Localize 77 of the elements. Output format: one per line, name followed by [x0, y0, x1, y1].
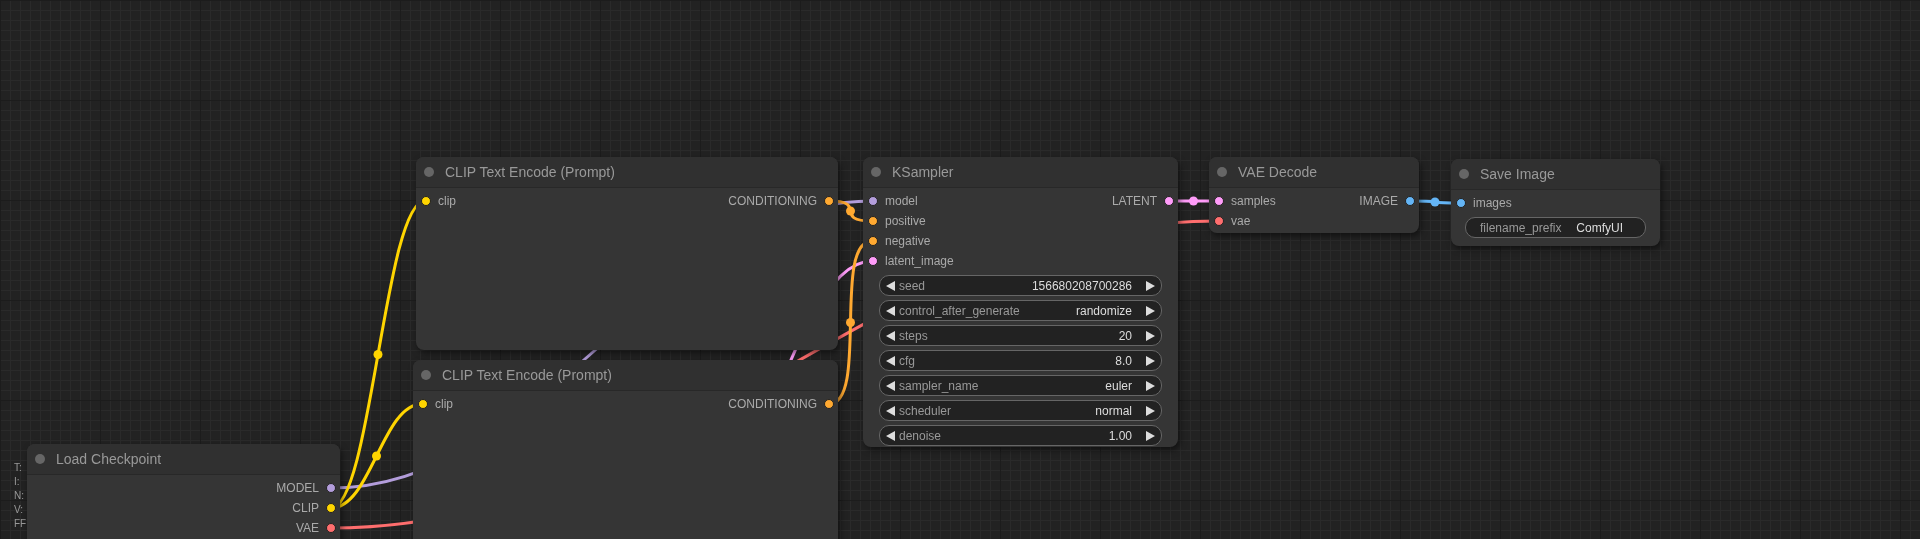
- left-arrow-icon[interactable]: [886, 380, 895, 391]
- widget-field[interactable]: denoise 1.00: [879, 425, 1162, 446]
- node-status-icon: [421, 370, 431, 380]
- input-slot-icon[interactable]: [868, 216, 878, 226]
- input-label: positive: [885, 214, 926, 228]
- stats-text: T:: [14, 462, 23, 473]
- output-slot-icon[interactable]: [824, 196, 834, 206]
- output-label: IMAGE: [1359, 194, 1398, 208]
- node-title: KSampler: [892, 164, 954, 180]
- right-arrow-icon[interactable]: [1146, 305, 1155, 316]
- input-label: vae: [1231, 214, 1251, 228]
- node-panel[interactable]: VAE Decode samples IMAGE vae: [1209, 157, 1419, 233]
- node-panel[interactable]: CLIP Text Encode (Prompt) clip CONDITIONING: [413, 360, 838, 539]
- input-label: model: [885, 194, 918, 208]
- output-label: CLIP: [292, 501, 319, 515]
- stats-text: N:: [14, 490, 25, 501]
- left-arrow-icon[interactable]: [886, 405, 895, 416]
- widget-field[interactable]: sampler_name euler: [879, 375, 1162, 396]
- node-status-icon: [1459, 169, 1469, 179]
- input-label: samples: [1231, 194, 1276, 208]
- input-label: negative: [885, 234, 931, 248]
- widget-field[interactable]: cfg 8.0: [879, 350, 1162, 371]
- right-arrow-icon[interactable]: [1146, 430, 1155, 441]
- right-arrow-icon[interactable]: [1146, 330, 1155, 341]
- output-slot-icon[interactable]: [326, 523, 336, 533]
- output-slot-icon[interactable]: [326, 503, 336, 513]
- right-arrow-icon[interactable]: [1146, 380, 1155, 391]
- stats-text: V:: [14, 504, 25, 515]
- input-slot-icon[interactable]: [421, 196, 431, 206]
- input-slot-icon[interactable]: [868, 196, 878, 206]
- stats-text: I:: [14, 476, 21, 487]
- left-arrow-icon[interactable]: [886, 430, 895, 441]
- input-label: images: [1473, 196, 1512, 210]
- input-label: latent_image: [885, 254, 954, 268]
- right-arrow-icon[interactable]: [1146, 355, 1155, 366]
- node-panel[interactable]: Save Image images filename_prefix ComfyUI: [1451, 159, 1660, 246]
- widget-field[interactable]: seed 156680208700286: [879, 275, 1162, 296]
- output-label: VAE: [295, 521, 319, 535]
- input-slot-icon[interactable]: [418, 399, 428, 409]
- node-title: VAE Decode: [1238, 164, 1318, 180]
- output-label: MODEL: [276, 481, 319, 495]
- input-label: clip: [438, 194, 456, 208]
- node-title: CLIP Text Encode (Prompt): [445, 164, 615, 180]
- left-arrow-icon[interactable]: [886, 280, 895, 291]
- input-slot-icon[interactable]: [1456, 198, 1466, 208]
- node-title: CLIP Text Encode (Prompt): [442, 367, 612, 383]
- widget-field[interactable]: filename_prefix ComfyUI: [1465, 217, 1646, 238]
- node-status-icon: [35, 454, 45, 464]
- output-label: CONDITIONING: [728, 194, 817, 208]
- output-label: CONDITIONING: [728, 397, 817, 411]
- output-slot-icon[interactable]: [1164, 196, 1174, 206]
- output-slot-icon[interactable]: [824, 399, 834, 409]
- left-arrow-icon[interactable]: [886, 330, 895, 341]
- output-label: LATENT: [1111, 194, 1157, 208]
- left-arrow-icon[interactable]: [886, 355, 895, 366]
- node-status-icon: [871, 167, 881, 177]
- widget-field[interactable]: control_after_generate randomize: [879, 300, 1162, 321]
- node-title: Load Checkpoint: [56, 451, 162, 467]
- stats-text: FF: [14, 518, 27, 529]
- node-panel[interactable]: Load Checkpoint MODEL CLIP VAE: [27, 444, 340, 539]
- node-status-icon: [1217, 167, 1227, 177]
- output-slot-icon[interactable]: [1405, 196, 1415, 206]
- input-slot-icon[interactable]: [1214, 216, 1224, 226]
- left-arrow-icon[interactable]: [886, 305, 895, 316]
- right-arrow-icon[interactable]: [1146, 280, 1155, 291]
- input-slot-icon[interactable]: [868, 236, 878, 246]
- input-slot-icon[interactable]: [1214, 196, 1224, 206]
- node-panel[interactable]: CLIP Text Encode (Prompt) clip CONDITIONING: [416, 157, 838, 350]
- widget-field[interactable]: steps 20: [879, 325, 1162, 346]
- node-title: Save Image: [1480, 166, 1555, 182]
- node-status-icon: [424, 167, 434, 177]
- widget-field[interactable]: scheduler normal: [879, 400, 1162, 421]
- input-slot-icon[interactable]: [868, 256, 878, 266]
- node-panel[interactable]: KSampler model LATENT positive negative latent_image seed 156680208700286 control_after_generate randomize steps 20 cfg 8.0 sampler_name euler scheduler normal denoise 1.00: [863, 157, 1178, 447]
- output-slot-icon[interactable]: [326, 483, 336, 493]
- right-arrow-icon[interactable]: [1146, 405, 1155, 416]
- input-label: clip: [435, 397, 453, 411]
